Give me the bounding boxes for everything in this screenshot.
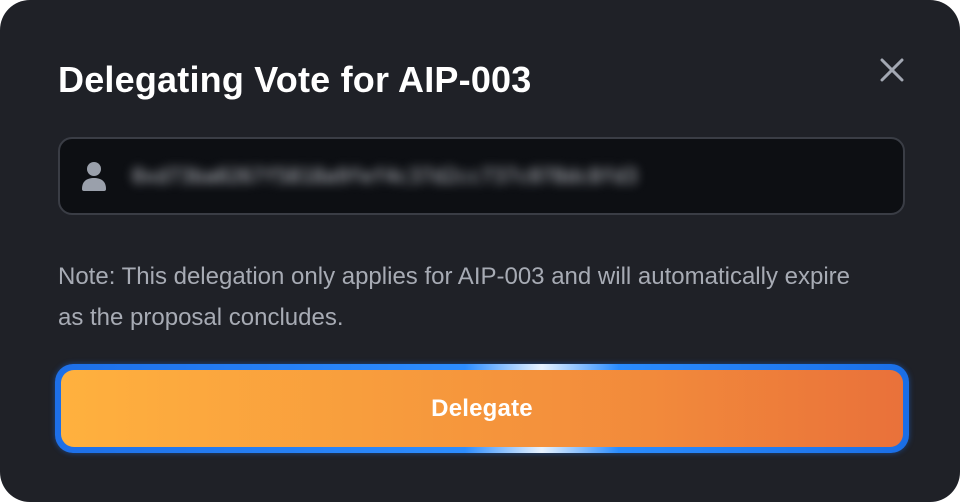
close-button[interactable] [872,50,912,90]
delegate-button-label: Delegate [431,394,533,422]
delegate-vote-dialog: Delegating Vote for AIP-003 0xd73ba0267f… [0,0,960,502]
dialog-title: Delegating Vote for AIP-003 [58,59,532,100]
delegate-button[interactable]: Delegate [55,364,909,453]
user-icon [80,159,108,193]
close-icon [880,58,904,82]
delegation-note: Note: This delegation only applies for A… [58,263,850,331]
delegate-address-field[interactable]: 0xd73ba0267f5818a9fef4c37d2cc737c078dc8f… [58,137,905,215]
delegate-address-value: 0xd73ba0267f5818a9fef4c37d2cc737c078dc8f… [132,164,638,188]
delegate-button-fill: Delegate [61,370,903,447]
